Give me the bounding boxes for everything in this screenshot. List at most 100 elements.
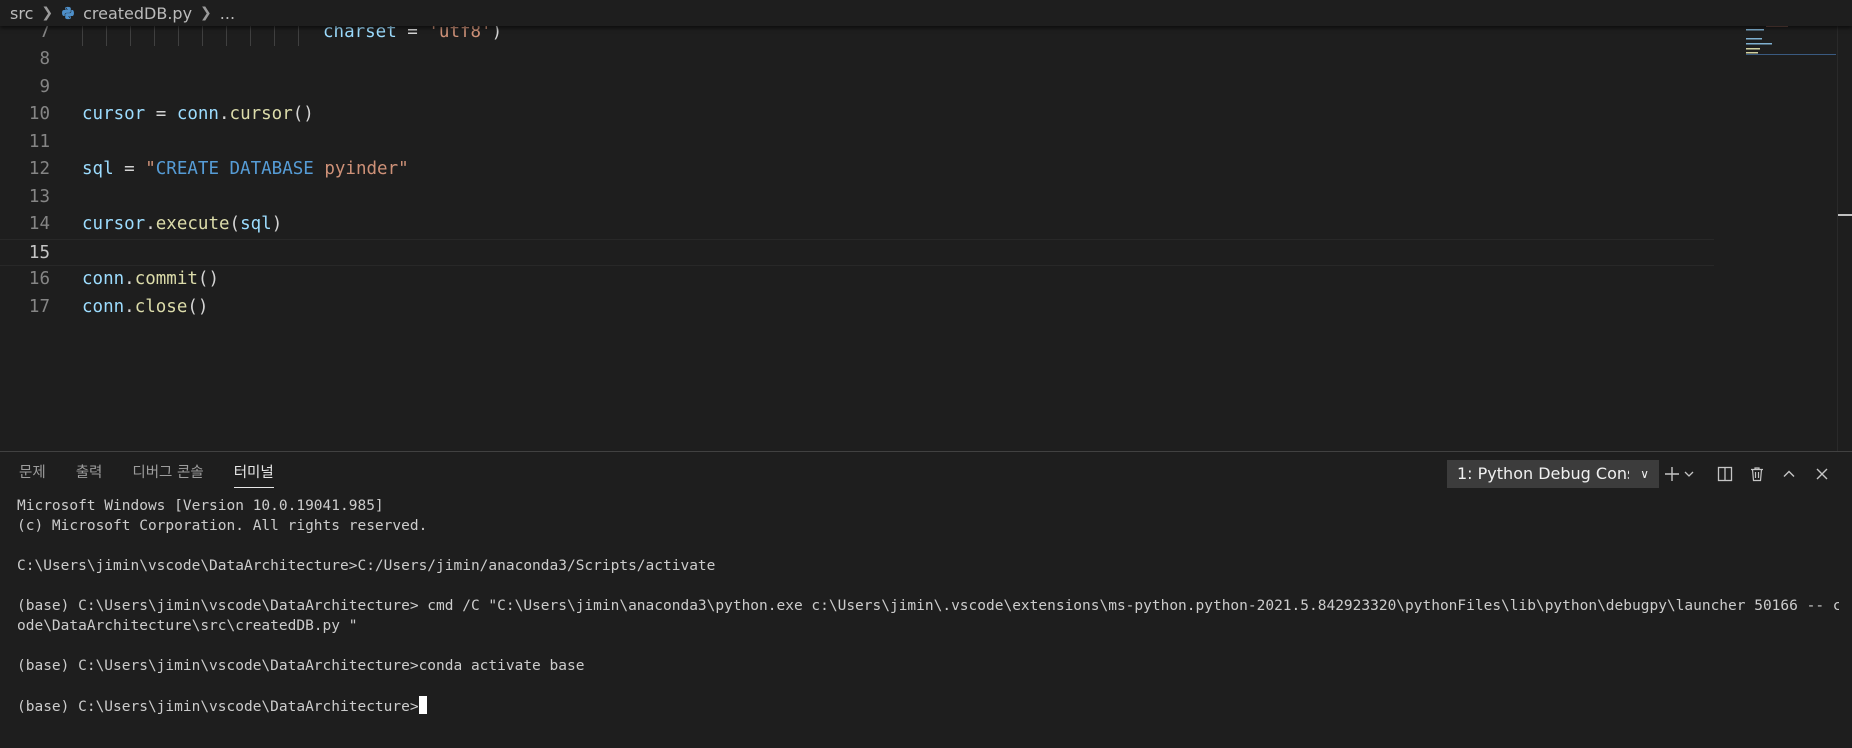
- code-token: cursor: [82, 214, 146, 234]
- line-number: 12: [28, 159, 50, 179]
- panel-tab-4[interactable]: 터미널: [223, 452, 285, 494]
- code-token: pyinder": [313, 159, 409, 179]
- line-number: 17: [28, 296, 50, 317]
- panel-tabs: 문제 출력 디버그 콘솔 터미널: [8, 452, 293, 494]
- panel-tab-3[interactable]: 디버그 콘솔: [121, 452, 214, 494]
- split-terminal-button[interactable]: [1711, 460, 1739, 488]
- code-line[interactable]: 17 conn.close(): [0, 294, 1714, 321]
- code-editor[interactable]: 6password = 'jimin960908',7charset = 'ut…: [0, 0, 1852, 451]
- line-number: 9: [39, 76, 50, 97]
- close-panel-button[interactable]: [1808, 460, 1836, 488]
- code-text: cursor.execute(sql): [82, 211, 282, 238]
- code-token: =: [145, 104, 177, 124]
- code-token: =: [113, 159, 146, 179]
- minimap[interactable]: [1716, 0, 1836, 451]
- chevron-right-icon: ❯: [41, 5, 54, 21]
- code-text: conn.close(): [82, 294, 208, 321]
- new-terminal-button[interactable]: [1662, 460, 1698, 488]
- terminal-line-text: C:\Users\jimin\vscode\DataArchitecture>C…: [17, 558, 716, 574]
- split-icon: [1717, 466, 1733, 482]
- code-token: .: [145, 214, 156, 234]
- code-token: conn: [176, 104, 219, 124]
- close-icon: [1816, 468, 1828, 480]
- code-line[interactable]: 9: [0, 74, 1714, 101]
- code-line[interactable]: 11: [0, 129, 1714, 156]
- trash-icon: [1751, 467, 1763, 482]
- code-token: .: [124, 269, 135, 289]
- code-line[interactable]: 14 cursor.execute(sql): [0, 211, 1714, 238]
- editor-scrollbar-cursor-marker: [1838, 214, 1852, 216]
- breadcrumb-folder[interactable]: src: [10, 4, 33, 23]
- breadcrumb: src ❯ createdDB.py ❯ ...: [0, 0, 1852, 26]
- terminal-line: C:\Users\jimin\vscode\DataArchitecture>C…: [17, 556, 1839, 576]
- code-line[interactable]: 10 cursor = conn.cursor(): [0, 101, 1714, 128]
- terminal-line: Microsoft Windows [Version 10.0.19041.98…: [17, 496, 1839, 516]
- code-token: ): [271, 214, 283, 234]
- terminal-line: (base) C:\Users\jimin\vscode\DataArchite…: [17, 596, 1839, 616]
- terminal-line: (c) Microsoft Corporation. All rights re…: [17, 516, 1839, 536]
- code-line[interactable]: 8: [0, 46, 1714, 73]
- python-file-icon: [62, 6, 75, 20]
- chevron-right-icon: ❯: [200, 5, 212, 21]
- breadcrumb-file[interactable]: createdDB.py: [83, 4, 192, 23]
- line-number: 11: [28, 131, 50, 152]
- line-number: 14: [28, 214, 50, 234]
- code-token: (): [197, 269, 219, 289]
- code-token: commit: [134, 269, 198, 289]
- code-token: cursor: [229, 104, 293, 124]
- line-number: 13: [28, 186, 50, 207]
- code-text: cursor = conn.cursor(): [82, 101, 314, 128]
- terminal-line-text: ode\DataArchitecture\src\createdDB.py ": [17, 618, 358, 634]
- maximize-panel-button[interactable]: [1775, 460, 1803, 488]
- terminal-line-text: (c) Microsoft Corporation. All rights re…: [17, 518, 428, 534]
- editor-scrollbar-track[interactable]: [1837, 0, 1838, 451]
- line-number: 16: [28, 269, 50, 289]
- code-token: sql: [240, 214, 272, 234]
- chevron-up-icon: [1783, 470, 1795, 477]
- code-token: close: [134, 296, 188, 317]
- code-token: conn: [82, 296, 125, 317]
- code-token: conn: [82, 269, 125, 289]
- terminal-line: (base) C:\Users\jimin\vscode\DataArchite…: [17, 656, 1839, 676]
- panel-tab-1[interactable]: 문제: [8, 452, 57, 494]
- code-token: execute: [155, 214, 230, 234]
- terminal-line: ode\DataArchitecture\src\createdDB.py ": [17, 616, 1839, 636]
- terminal-cursor: [418, 696, 427, 714]
- bottom-panel: 문제출력디버그 콘솔터미널 1: Python Debug Console ∨ …: [0, 451, 1852, 748]
- code-token: .: [124, 296, 135, 317]
- kill-terminal-button[interactable]: [1743, 460, 1771, 488]
- terminal-select-dropdown[interactable]: 1: Python Debug Console ∨: [1447, 460, 1659, 488]
- line-number: 10: [28, 104, 50, 124]
- chevron-down-icon: ∨: [1640, 467, 1649, 481]
- code-token: (): [187, 296, 209, 317]
- terminal-line-text: (base) C:\Users\jimin\vscode\DataArchite…: [17, 699, 419, 715]
- code-token: cursor: [82, 104, 146, 124]
- code-token: CREATE DATABASE: [155, 159, 314, 179]
- code-text: sql = "CREATE DATABASE pyinder": [82, 156, 409, 183]
- code-token: (: [229, 214, 241, 234]
- terminal-line: (base) C:\Users\jimin\vscode\DataArchite…: [17, 696, 1839, 716]
- line-number: 15: [28, 242, 50, 263]
- panel-tab-2[interactable]: 출력: [65, 452, 114, 494]
- line-number: 8: [39, 49, 50, 69]
- current-code-line[interactable]: 15: [0, 238, 1714, 266]
- code-line[interactable]: 12 sql = "CREATE DATABASE pyinder": [0, 156, 1714, 183]
- code-token: .: [218, 104, 230, 124]
- code-line[interactable]: 16 conn.commit(): [0, 266, 1714, 293]
- code-token: (): [292, 104, 314, 124]
- code-line[interactable]: 13: [0, 184, 1714, 211]
- code-token: sql: [82, 159, 114, 179]
- code-text: conn.commit(): [82, 266, 219, 293]
- code-token: ": [145, 159, 156, 179]
- terminal-output[interactable]: Microsoft Windows [Version 10.0.19041.98…: [17, 496, 1839, 716]
- terminal-line-text: Microsoft Windows [Version 10.0.19041.98…: [17, 498, 384, 514]
- breadcrumb-symbol[interactable]: ...: [220, 4, 235, 23]
- terminal-line-text: (base) C:\Users\jimin\vscode\DataArchite…: [17, 598, 1839, 614]
- terminal-select-value: 1: Python Debug Console: [1457, 464, 1629, 483]
- terminal-line-text: (base) C:\Users\jimin\vscode\DataArchite…: [17, 658, 585, 674]
- plus-icon: [1665, 467, 1694, 481]
